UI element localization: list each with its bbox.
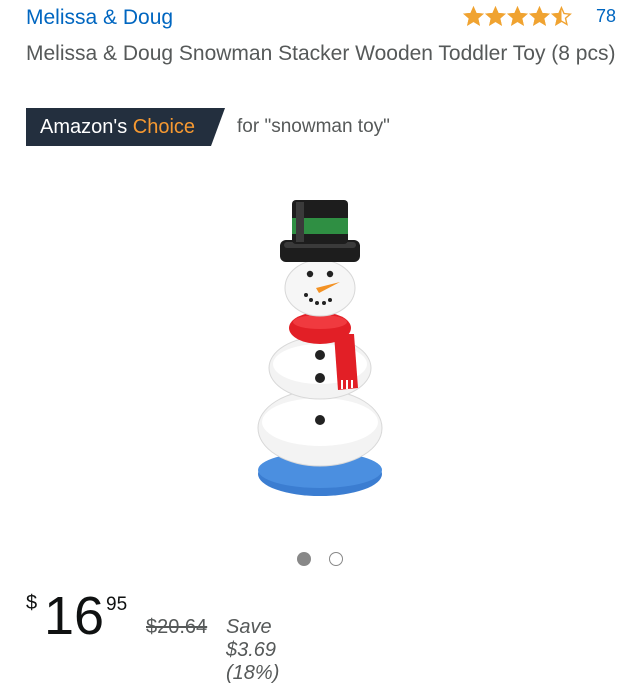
star-rating bbox=[463, 6, 572, 27]
star-full-icon bbox=[463, 6, 484, 26]
star-full-icon bbox=[507, 6, 528, 26]
savings-text: Save $3.69 (18%) bbox=[226, 616, 280, 684]
review-count-link[interactable]: 78 bbox=[596, 6, 616, 27]
carousel-dot-inactive[interactable] bbox=[329, 552, 343, 566]
carousel-dot-active[interactable] bbox=[297, 552, 311, 566]
carousel-dots bbox=[0, 552, 640, 566]
star-full-icon bbox=[529, 6, 550, 26]
snowman-toy-image[interactable] bbox=[250, 192, 390, 502]
choice-label-prefix: Amazon's bbox=[40, 116, 128, 138]
star-half-icon bbox=[551, 6, 572, 26]
star-full-icon bbox=[485, 6, 506, 26]
product-image-carousel[interactable] bbox=[0, 180, 640, 530]
choice-query: for "snowman toy" bbox=[237, 116, 390, 137]
amazons-choice-row: Amazon's Choice for "snowman toy" bbox=[26, 108, 390, 146]
choice-label-accent: Choice bbox=[132, 116, 196, 138]
list-price: $20.64 bbox=[146, 616, 208, 638]
amazons-choice-badge: Amazon's Choice bbox=[26, 108, 225, 146]
price-fraction: 95 bbox=[106, 594, 128, 615]
price-whole: 16 bbox=[44, 586, 105, 646]
rating-summary[interactable]: 78 bbox=[463, 6, 616, 27]
price-currency: $ bbox=[26, 592, 38, 614]
brand-link[interactable]: Melissa & Doug bbox=[26, 6, 173, 30]
product-title: Melissa & Doug Snowman Stacker Wooden To… bbox=[26, 42, 616, 65]
